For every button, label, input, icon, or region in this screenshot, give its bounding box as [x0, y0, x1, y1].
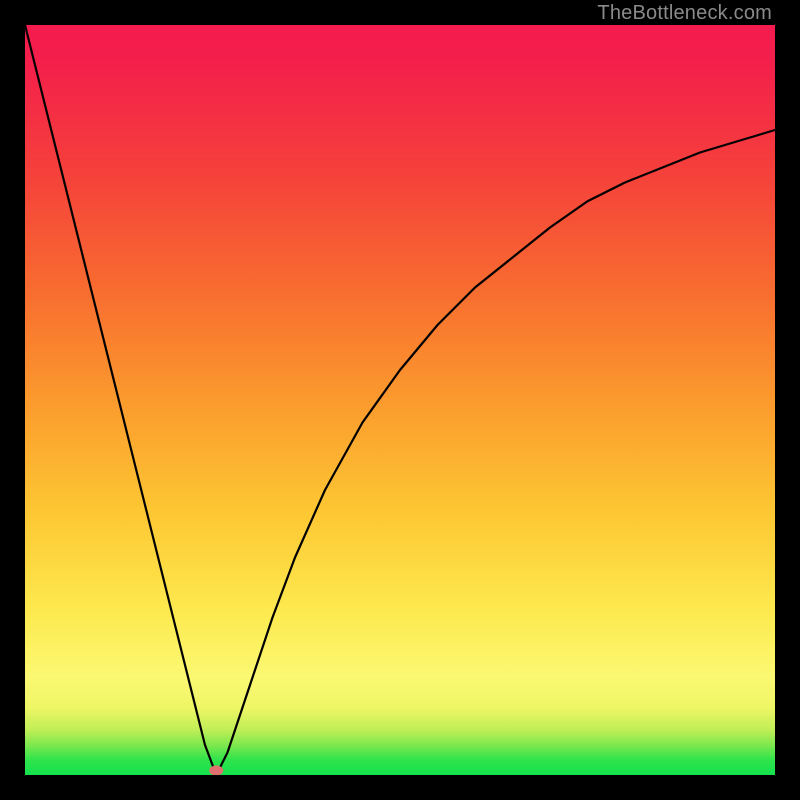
- bottleneck-chart: [25, 25, 775, 775]
- chart-frame: [25, 25, 775, 775]
- watermark-label: TheBottleneck.com: [597, 2, 772, 25]
- gradient-background: [25, 25, 775, 775]
